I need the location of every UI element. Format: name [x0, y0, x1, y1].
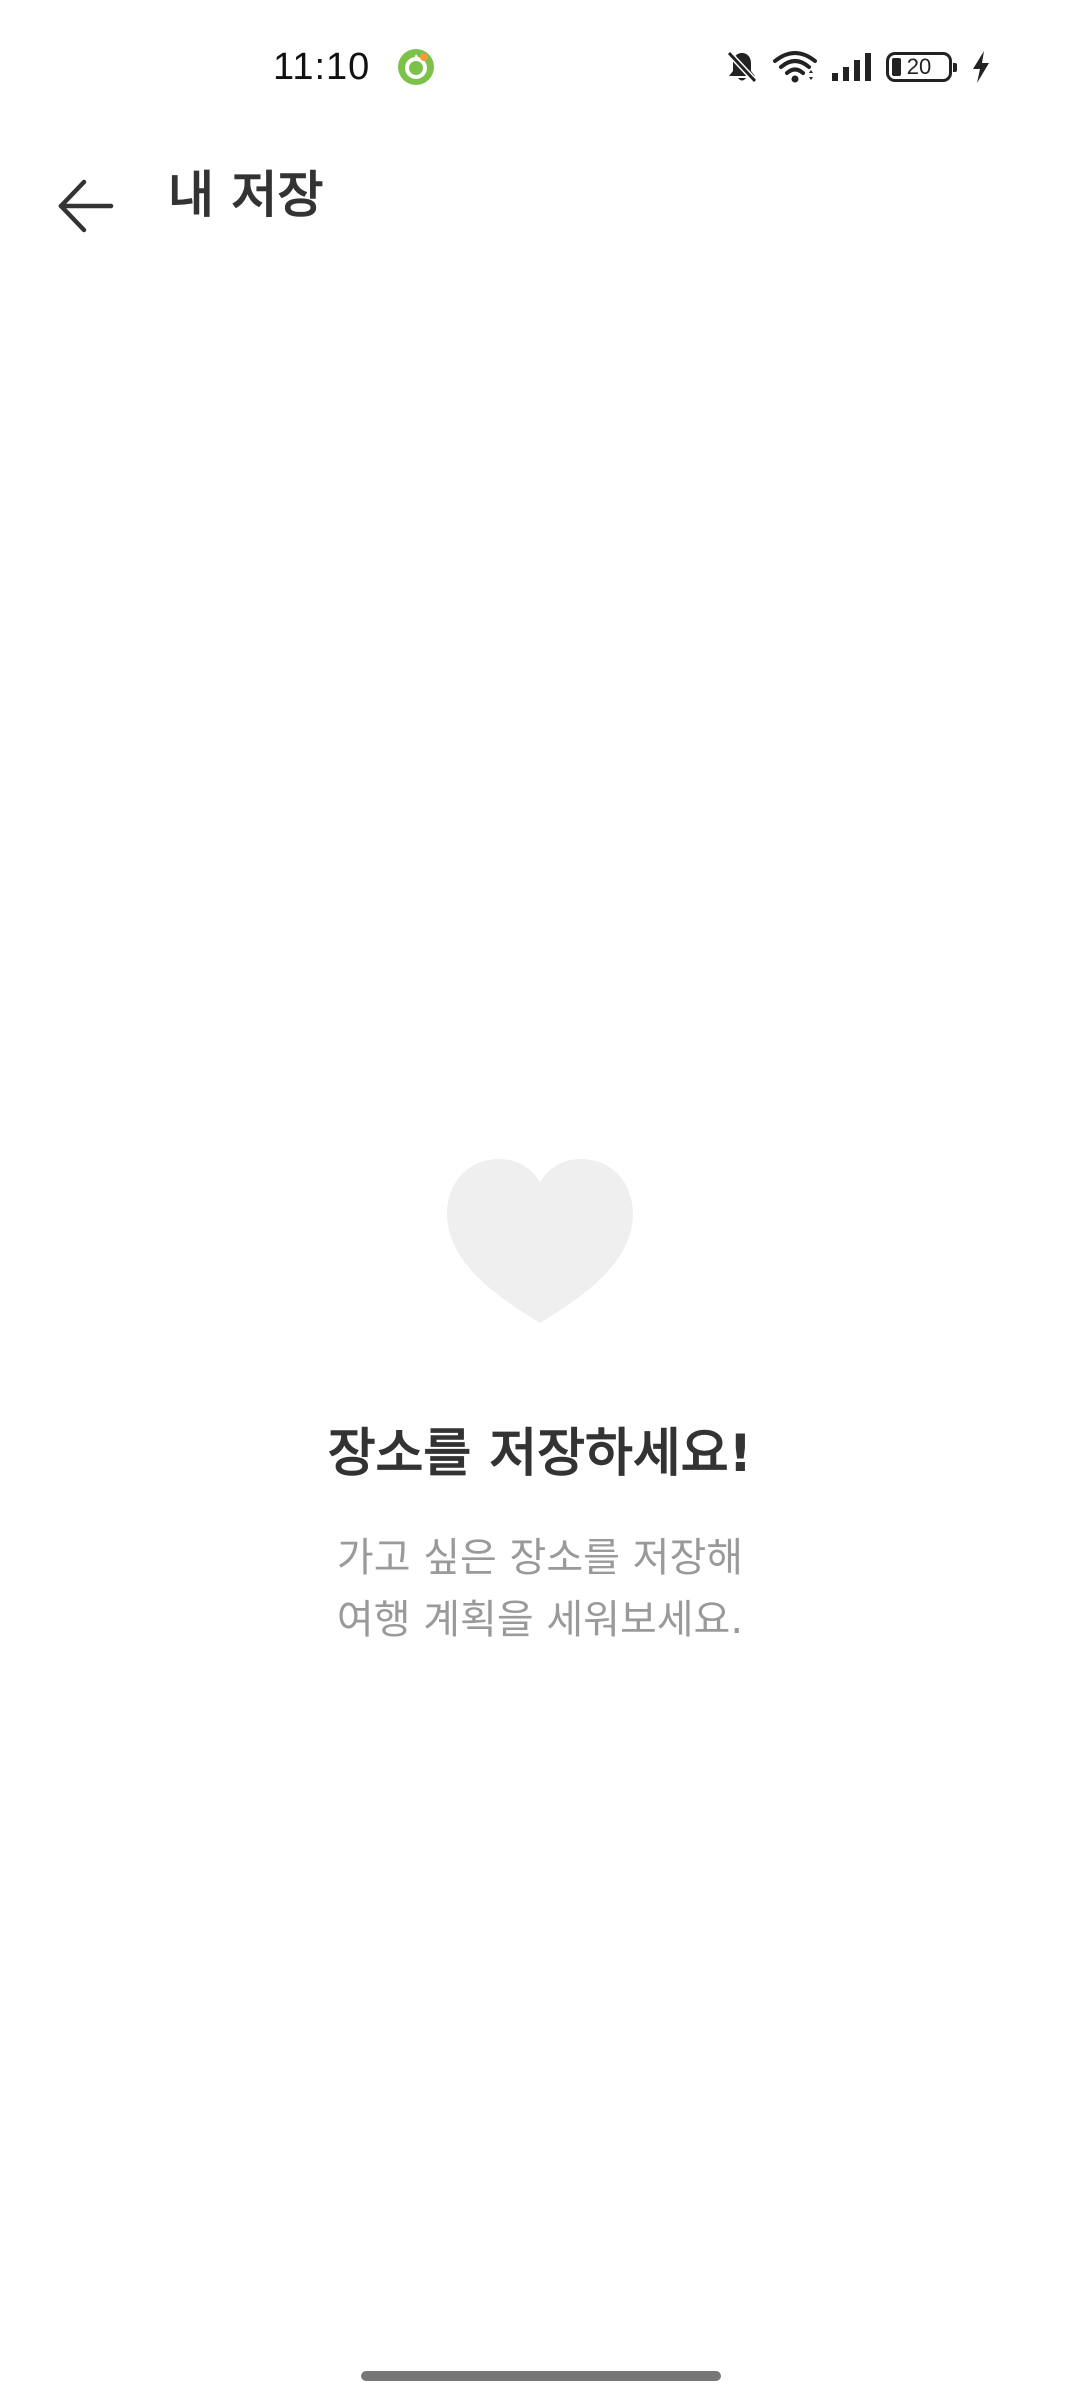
arrow-left-icon	[58, 179, 114, 233]
empty-state: 장소를 저장하세요! 가고 싶은 장소를 저장해 여행 계획을 세워보세요.	[0, 1155, 1080, 1651]
bell-off-icon	[726, 50, 758, 84]
charging-icon	[973, 51, 989, 83]
empty-state-description-line-2: 여행 계획을 세워보세요.	[336, 1597, 744, 1643]
back-button[interactable]	[30, 156, 140, 256]
battery-icon: 20	[886, 52, 957, 82]
app-bar: 내 저장	[0, 132, 1080, 262]
cell-signal-icon	[832, 53, 871, 81]
wifi-icon	[773, 51, 817, 83]
status-time: 11:10	[273, 46, 371, 88]
empty-state-description: 가고 싶은 장소를 저장해 여행 계획을 세워보세요.	[0, 1527, 1080, 1651]
app-notification-icon	[398, 49, 434, 85]
empty-state-title: 장소를 저장하세요!	[327, 1424, 753, 1484]
page-title: 내 저장	[168, 166, 324, 224]
battery-level: 20	[906, 54, 932, 79]
empty-state-description-line-1: 가고 싶은 장소를 저장해	[336, 1535, 744, 1581]
status-bar: 11:10 20	[0, 0, 1080, 132]
status-icons: 20	[724, 44, 992, 90]
home-indicator[interactable]	[361, 2371, 721, 2381]
heart-icon	[446, 1159, 634, 1323]
